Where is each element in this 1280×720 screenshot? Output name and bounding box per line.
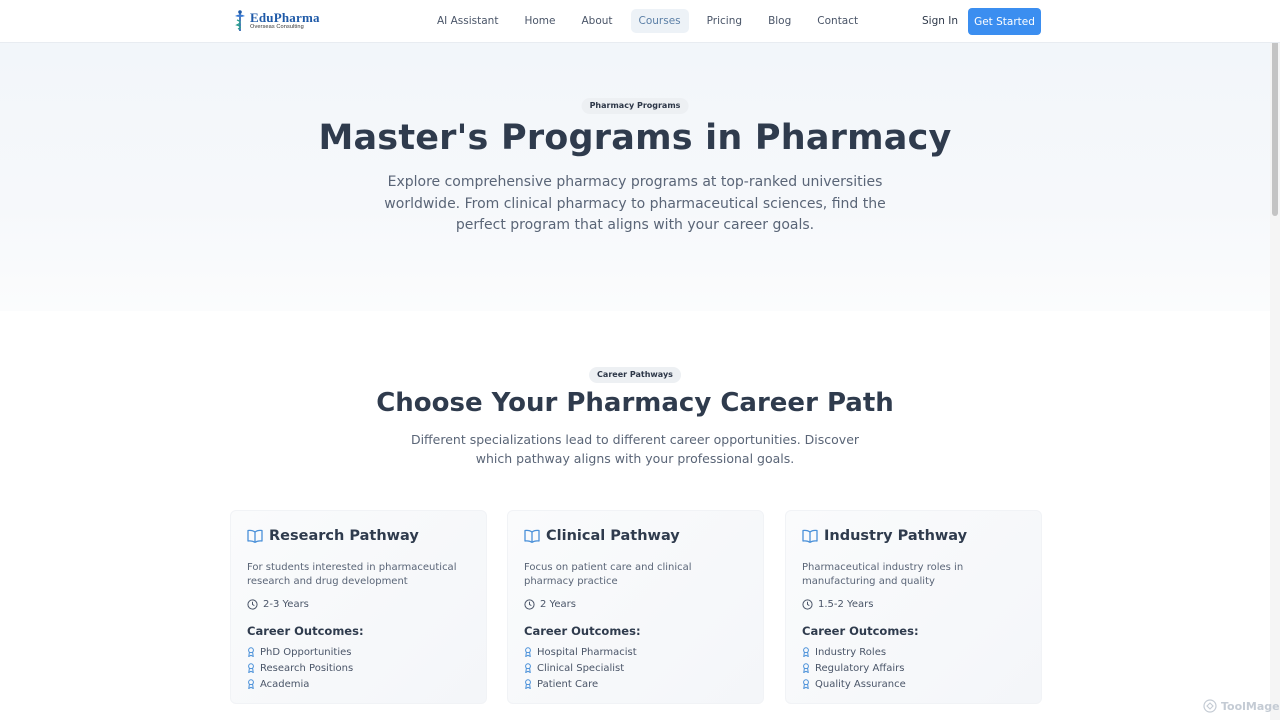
outcome-text: Patient Care [537, 678, 599, 690]
list-item: Industry Roles [802, 644, 906, 660]
nav-link-about[interactable]: About [573, 9, 620, 33]
outcome-text: Industry Roles [815, 646, 887, 658]
card-duration: 1.5-2 Years [802, 599, 873, 610]
pathway-card-clinical[interactable]: Clinical Pathway Focus on patient care a… [507, 510, 764, 704]
top-navbar: EduPharma Overseas Consulting AI Assista… [0, 0, 1280, 43]
list-item: Clinical Specialist [524, 660, 637, 676]
list-item: Academia [247, 676, 353, 692]
toolmage-logo-icon [1203, 699, 1217, 713]
outcome-text: Regulatory Affairs [815, 662, 905, 674]
award-icon [248, 647, 254, 657]
award-icon [803, 663, 809, 673]
page-title: Master's Programs in Pharmacy [318, 118, 952, 158]
hero-description: Explore comprehensive pharmacy programs … [384, 174, 886, 233]
card-description: For students interested in pharmaceutica… [247, 562, 457, 587]
logo-sub-text: Overseas Consulting [250, 24, 304, 31]
section-description: Different specializations lead to differ… [410, 432, 860, 466]
card-title: Clinical Pathway [546, 528, 680, 544]
pathway-card-research[interactable]: Research Pathway For students interested… [230, 510, 487, 704]
book-open-icon [802, 529, 818, 543]
award-icon [248, 663, 254, 673]
outcomes-list: Industry Roles Regulatory Affairs Qualit… [802, 644, 906, 692]
outcome-text: Quality Assurance [815, 678, 906, 690]
logo-main-text: EduPharma [250, 10, 320, 26]
outcome-text: PhD Opportunities [260, 646, 352, 658]
sign-in-link[interactable]: Sign In [916, 9, 964, 33]
outcomes-heading: Career Outcomes: [802, 624, 919, 638]
nav-link-ai-assistant[interactable]: AI Assistant [429, 9, 506, 33]
nav-link-blog[interactable]: Blog [760, 9, 799, 33]
caduceus-logo-icon [235, 10, 245, 31]
outcome-text: Research Positions [260, 662, 354, 674]
nav-link-home[interactable]: Home [516, 9, 563, 33]
logo[interactable]: EduPharma Overseas Consulting [232, 9, 332, 33]
pathways-badge: Career Pathways [589, 367, 681, 383]
clock-icon [802, 599, 813, 610]
duration-text: 2-3 Years [263, 599, 309, 610]
outcome-text: Academia [260, 678, 310, 690]
get-started-button[interactable]: Get Started [968, 8, 1041, 35]
outcome-text: Hospital Pharmacist [537, 646, 637, 658]
award-icon [803, 647, 809, 657]
watermark-text: ToolMage [1221, 699, 1280, 713]
nav-link-pricing[interactable]: Pricing [699, 9, 750, 33]
list-item: PhD Opportunities [247, 644, 353, 660]
outcomes-heading: Career Outcomes: [524, 624, 641, 638]
outcomes-list: Hospital Pharmacist Clinical Specialist … [524, 644, 637, 692]
award-icon [525, 663, 531, 673]
card-duration: 2 Years [524, 599, 576, 610]
outcomes-heading: Career Outcomes: [247, 624, 364, 638]
card-duration: 2-3 Years [247, 599, 309, 610]
card-description: Pharmaceutical industry roles in manufac… [802, 562, 964, 587]
list-item: Hospital Pharmacist [524, 644, 637, 660]
award-icon [525, 647, 531, 657]
list-item: Regulatory Affairs [802, 660, 906, 676]
outcomes-list: PhD Opportunities Research Positions Aca… [247, 644, 353, 692]
page-scrollbar[interactable] [1270, 0, 1280, 720]
watermark: ToolMage [1203, 699, 1280, 713]
section-title: Choose Your Pharmacy Career Path [376, 388, 894, 418]
award-icon [248, 679, 254, 689]
book-open-icon [524, 529, 540, 543]
award-icon [803, 679, 809, 689]
award-icon [525, 679, 531, 689]
outcome-text: Clinical Specialist [537, 662, 625, 674]
pathway-card-industry[interactable]: Industry Pathway Pharmaceutical industry… [785, 510, 1042, 704]
card-title: Research Pathway [269, 528, 419, 544]
clock-icon [524, 599, 535, 610]
list-item: Patient Care [524, 676, 637, 692]
nav-link-courses[interactable]: Courses [630, 9, 689, 33]
duration-text: 2 Years [540, 599, 576, 610]
clock-icon [247, 599, 258, 610]
main-nav: AI Assistant Home About Courses Pricing … [429, 9, 876, 33]
card-title: Industry Pathway [824, 528, 968, 544]
nav-link-contact[interactable]: Contact [809, 9, 866, 33]
book-open-icon [247, 529, 263, 543]
list-item: Research Positions [247, 660, 353, 676]
list-item: Quality Assurance [802, 676, 906, 692]
hero-badge: Pharmacy Programs [581, 98, 689, 114]
card-description: Focus on patient care and clinical pharm… [524, 562, 692, 587]
duration-text: 1.5-2 Years [818, 599, 874, 610]
